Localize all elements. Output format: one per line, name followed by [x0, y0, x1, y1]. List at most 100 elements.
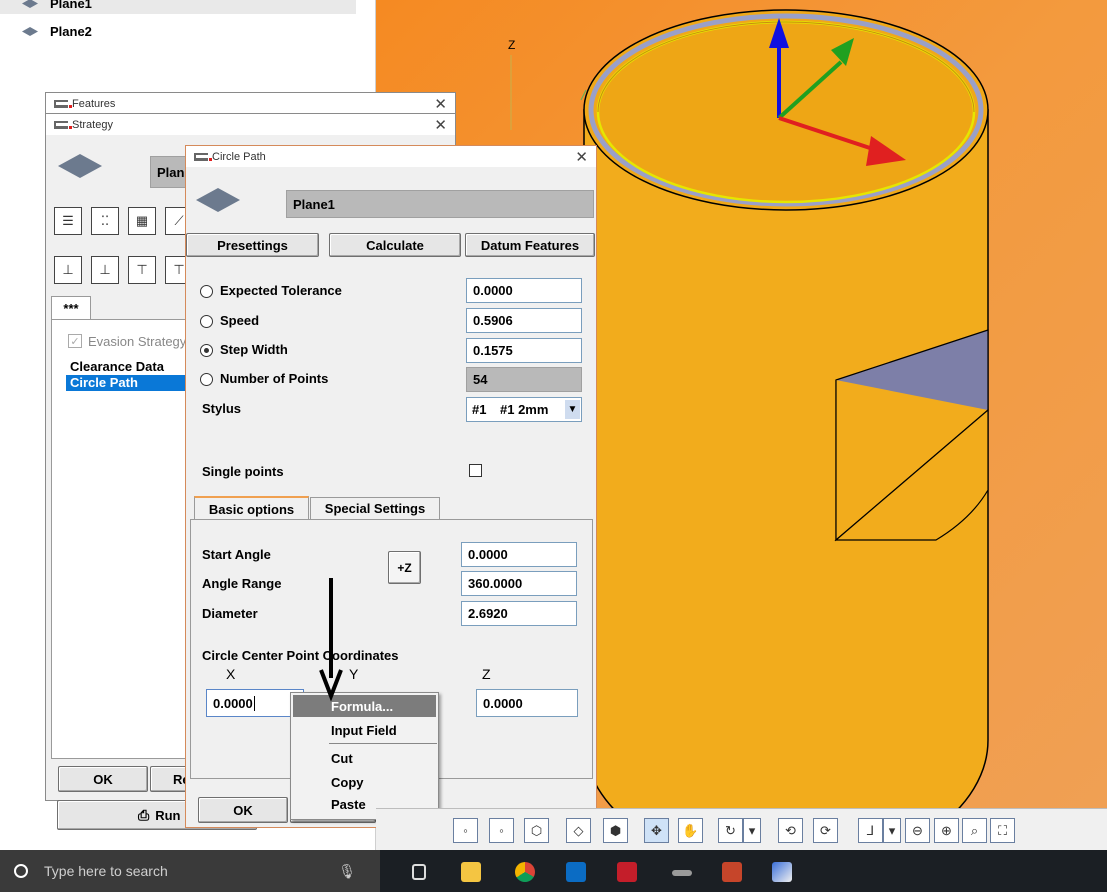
- presettings-button[interactable]: Presettings: [186, 233, 319, 257]
- evasion-checkbox[interactable]: ✓: [68, 334, 82, 348]
- close-icon[interactable]: ✕: [575, 148, 588, 166]
- view-shaded-button[interactable]: ⬢: [603, 818, 628, 843]
- strategy-tool-3[interactable]: ⊤: [128, 256, 156, 284]
- center-point-label: Circle Center Point Coordinates: [202, 648, 399, 663]
- close-icon[interactable]: ✕: [434, 95, 447, 113]
- stylus-value: #1 2mm: [500, 402, 549, 417]
- magnifier-icon: ⌕: [970, 822, 979, 838]
- speed-radio[interactable]: [200, 315, 213, 328]
- menu-item-copy[interactable]: Copy: [293, 771, 436, 793]
- strategy-ok-button[interactable]: OK: [58, 766, 148, 792]
- stylus-select[interactable]: #1 #1 2mm ▼: [466, 397, 582, 422]
- speed-input[interactable]: 0.5906: [466, 308, 582, 333]
- zoom-out-button[interactable]: ⊖: [905, 818, 930, 843]
- expected-tolerance-input[interactable]: 0.0000: [466, 278, 582, 303]
- file-explorer-icon[interactable]: [461, 862, 481, 882]
- shaded-icon: ⬢: [609, 822, 622, 838]
- chrome-icon[interactable]: [515, 862, 535, 882]
- move-icon: ✥: [651, 822, 662, 838]
- powerpoint-icon[interactable]: [722, 862, 742, 882]
- axis-direction-button[interactable]: +Z: [388, 551, 421, 584]
- start-angle-input[interactable]: 0.0000: [461, 542, 577, 567]
- stylus-number: #1: [472, 402, 487, 417]
- strategy-tool-2[interactable]: ⊥: [91, 256, 119, 284]
- expected-tolerance-radio[interactable]: [200, 285, 213, 298]
- tab-basic-options[interactable]: Basic options: [194, 496, 309, 520]
- param-label: Number of Points: [220, 371, 329, 386]
- microphone-icon[interactable]: 🎙: [338, 863, 356, 880]
- points-icon: ⁚⁚: [100, 213, 110, 228]
- step-width-radio[interactable]: [200, 344, 213, 357]
- zoom-in-icon: ⊕: [941, 822, 952, 838]
- tree-item-label: Plane2: [50, 23, 92, 39]
- context-menu: Formula... Input Field Cut Copy Paste: [290, 692, 439, 820]
- menu-item-cut[interactable]: Cut: [293, 747, 436, 769]
- number-of-points-radio[interactable]: [200, 373, 213, 386]
- zoom-button[interactable]: ⌕: [962, 818, 987, 843]
- probe-icon: ⊤: [136, 262, 148, 277]
- chevron-down-icon[interactable]: ▼: [565, 400, 580, 419]
- view-wire-button[interactable]: ◇: [566, 818, 591, 843]
- pan-button[interactable]: ✥: [644, 818, 669, 843]
- taskbar-search[interactable]: Type here to search 🎙: [0, 850, 380, 892]
- menu-item-input-field[interactable]: Input Field: [293, 719, 436, 741]
- features-titlebar[interactable]: Features ✕: [46, 93, 455, 114]
- angle-range-input[interactable]: 360.0000: [461, 571, 577, 596]
- x-label: X: [226, 666, 236, 682]
- cylinder-icon: ◦: [463, 823, 468, 838]
- z-label: Z: [482, 666, 491, 682]
- list-item[interactable]: Clearance Data: [66, 359, 186, 375]
- probe-icon: ⊥: [99, 262, 111, 277]
- tab-main[interactable]: ***: [51, 296, 91, 320]
- window-title: Circle Path: [212, 150, 266, 163]
- app-icon: [54, 99, 72, 108]
- single-points-checkbox[interactable]: [469, 464, 482, 477]
- rotate-dropdown[interactable]: ▾: [743, 818, 761, 843]
- list-icon: ☰: [62, 213, 74, 228]
- circle-ok-button[interactable]: OK: [198, 797, 288, 823]
- circle-path-titlebar[interactable]: Circle Path ✕: [186, 146, 596, 167]
- axis-icon: ⅃: [866, 822, 875, 838]
- hand-button[interactable]: ✋: [678, 818, 703, 843]
- rotate-left-button[interactable]: ⟲: [778, 818, 803, 843]
- solidworks-icon[interactable]: [617, 862, 637, 882]
- rotate-xyz-button[interactable]: ↻: [718, 818, 743, 843]
- step-width-input[interactable]: 0.1575: [466, 338, 582, 363]
- close-icon[interactable]: ✕: [434, 116, 447, 134]
- app-icon[interactable]: [772, 862, 792, 882]
- tree-item-plane1[interactable]: Plane1: [0, 0, 356, 14]
- stylus-label: Stylus: [202, 401, 242, 416]
- datum-features-button[interactable]: Datum Features: [465, 233, 595, 257]
- rotate-right-icon: ⟳: [820, 822, 831, 838]
- param-label: Step Width: [220, 342, 288, 357]
- axis-button[interactable]: ⅃: [858, 818, 883, 843]
- task-view-icon[interactable]: [412, 864, 426, 880]
- list-view-button[interactable]: ☰: [54, 207, 82, 235]
- probe-icon: ⊤: [173, 262, 185, 277]
- diameter-input[interactable]: 2.6920: [461, 601, 577, 626]
- axis-dropdown[interactable]: ▾: [883, 818, 901, 843]
- list-item-selected[interactable]: Circle Path: [66, 375, 186, 391]
- cube-icon: ⬡: [530, 822, 543, 838]
- wireframe-icon: ◇: [573, 822, 584, 838]
- app-icon: [194, 152, 212, 161]
- strategy-titlebar[interactable]: Strategy ✕: [46, 114, 455, 135]
- menu-separator: [329, 743, 437, 744]
- tab-special-settings[interactable]: Special Settings: [310, 497, 440, 519]
- outlook-icon[interactable]: [566, 862, 586, 882]
- chevron-down-icon: ▾: [748, 822, 756, 838]
- zoom-fit-button[interactable]: ⛶: [990, 818, 1015, 843]
- view-top-button[interactable]: ◦: [489, 818, 514, 843]
- menu-item-formula[interactable]: Formula...: [293, 695, 436, 717]
- points-button[interactable]: ⁚⁚: [91, 207, 119, 235]
- tree-item-plane2[interactable]: Plane2: [0, 20, 92, 42]
- calypso-icon[interactable]: [672, 870, 692, 876]
- rotate-right-button[interactable]: ⟳: [813, 818, 838, 843]
- view-side-button[interactable]: ◦: [453, 818, 478, 843]
- center-z-input[interactable]: 0.0000: [476, 689, 578, 717]
- grid-button[interactable]: ▦: [128, 207, 156, 235]
- zoom-in-button[interactable]: ⊕: [934, 818, 959, 843]
- view-cube-button[interactable]: ⬡: [524, 818, 549, 843]
- calculate-button[interactable]: Calculate: [329, 233, 461, 257]
- strategy-tool-1[interactable]: ⊥: [54, 256, 82, 284]
